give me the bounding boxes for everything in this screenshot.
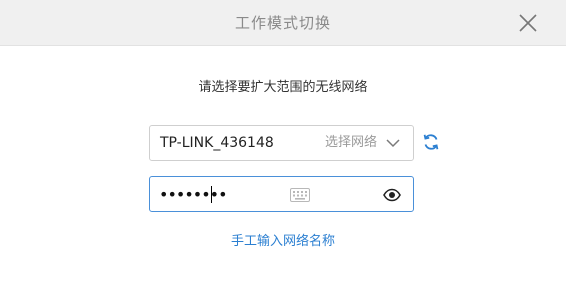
keyboard-icon [290, 188, 310, 202]
manual-network-entry-link[interactable]: 手工输入网络名称 [0, 230, 566, 249]
network-select[interactable]: TP-LINK_436148 选择网络 [149, 125, 414, 161]
selected-network-ssid: TP-LINK_436148 [160, 135, 274, 151]
title-bar: 工作模式切换 [0, 0, 566, 46]
dialog-title: 工作模式切换 [234, 14, 331, 32]
refresh-networks-button[interactable] [421, 132, 441, 152]
eye-icon [383, 188, 401, 202]
toggle-password-visibility-button[interactable] [383, 187, 401, 202]
work-mode-dialog: 工作模式切换 请选择要扩大范围的无线网络 TP-LINK_436148 选择网络 [0, 0, 566, 304]
virtual-keyboard-button[interactable] [290, 187, 310, 202]
close-icon [519, 14, 537, 32]
select-network-prompt: 请选择要扩大范围的无线网络 [198, 80, 368, 95]
select-network-label[interactable]: 选择网络 [325, 126, 377, 160]
text-caret [211, 186, 212, 203]
password-input[interactable] [159, 177, 289, 211]
chevron-down-icon[interactable] [385, 136, 401, 150]
close-button[interactable] [516, 11, 540, 35]
password-field[interactable] [149, 176, 414, 212]
refresh-icon [423, 134, 439, 150]
